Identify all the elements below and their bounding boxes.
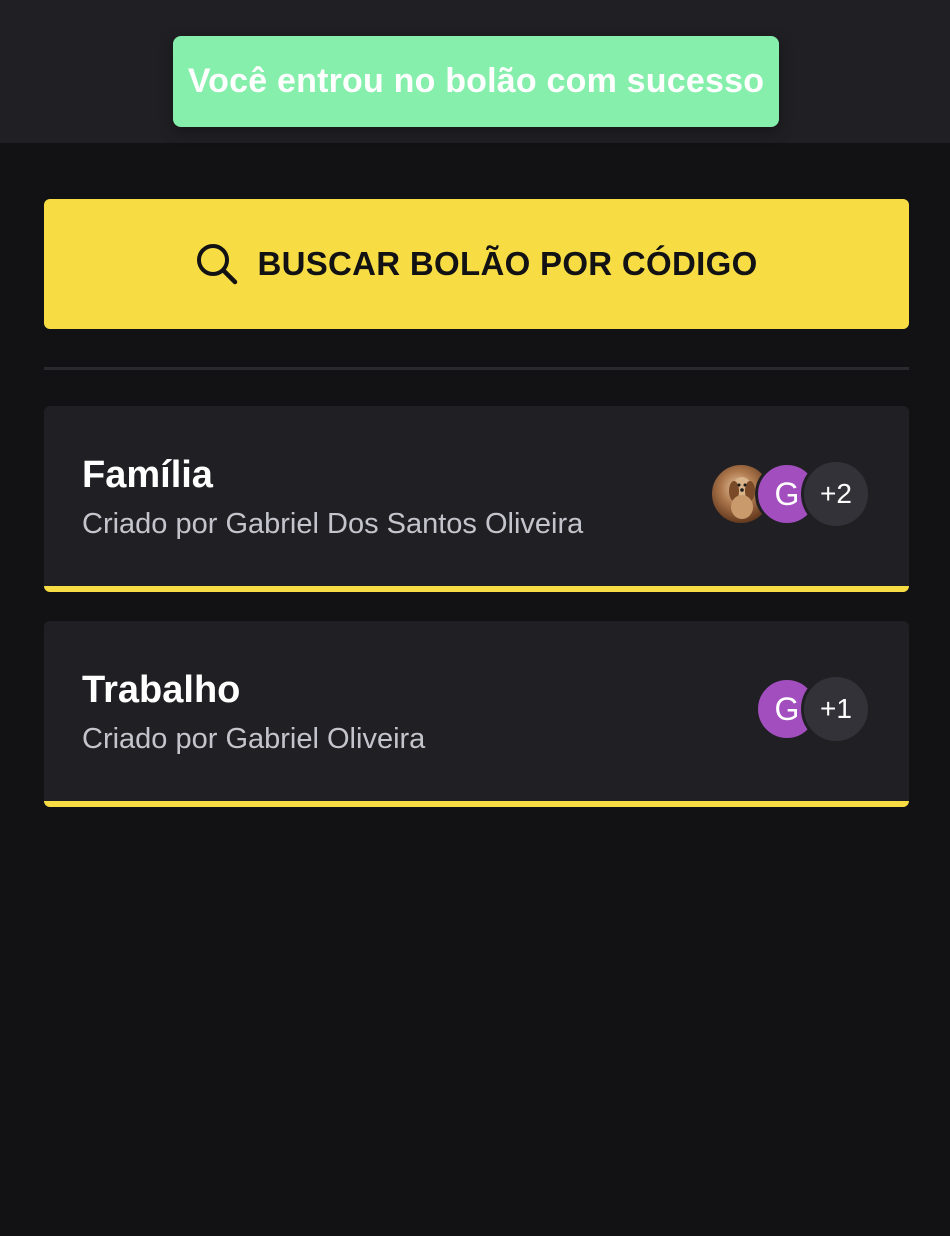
divider <box>44 367 909 370</box>
extra-participants-count: +1 <box>801 674 871 744</box>
app-screen: Você entrou no bolão com sucesso BUSCAR … <box>0 0 950 1236</box>
participants-avatars: G +1 <box>755 674 871 744</box>
participants-avatars: G +2 <box>709 459 871 529</box>
top-bar: Você entrou no bolão com sucesso <box>0 0 950 143</box>
pool-creator: Criado por Gabriel Oliveira <box>82 723 426 755</box>
extra-participants-count: +2 <box>801 459 871 529</box>
pool-card-trabalho[interactable]: Trabalho Criado por Gabriel Oliveira G +… <box>44 621 909 807</box>
pool-creator: Criado por Gabriel Dos Santos Oliveira <box>82 508 584 540</box>
pool-card-familia[interactable]: Família Criado por Gabriel Dos Santos Ol… <box>44 406 909 592</box>
pool-title: Família <box>82 454 213 496</box>
search-pool-by-code-button[interactable]: BUSCAR BOLÃO POR CÓDIGO <box>44 199 909 329</box>
success-toast[interactable]: Você entrou no bolão com sucesso <box>173 36 779 127</box>
search-button-label: BUSCAR BOLÃO POR CÓDIGO <box>257 245 758 282</box>
search-icon <box>195 242 239 286</box>
toast-message: Você entrou no bolão com sucesso <box>187 62 765 100</box>
pool-title: Trabalho <box>82 669 241 711</box>
